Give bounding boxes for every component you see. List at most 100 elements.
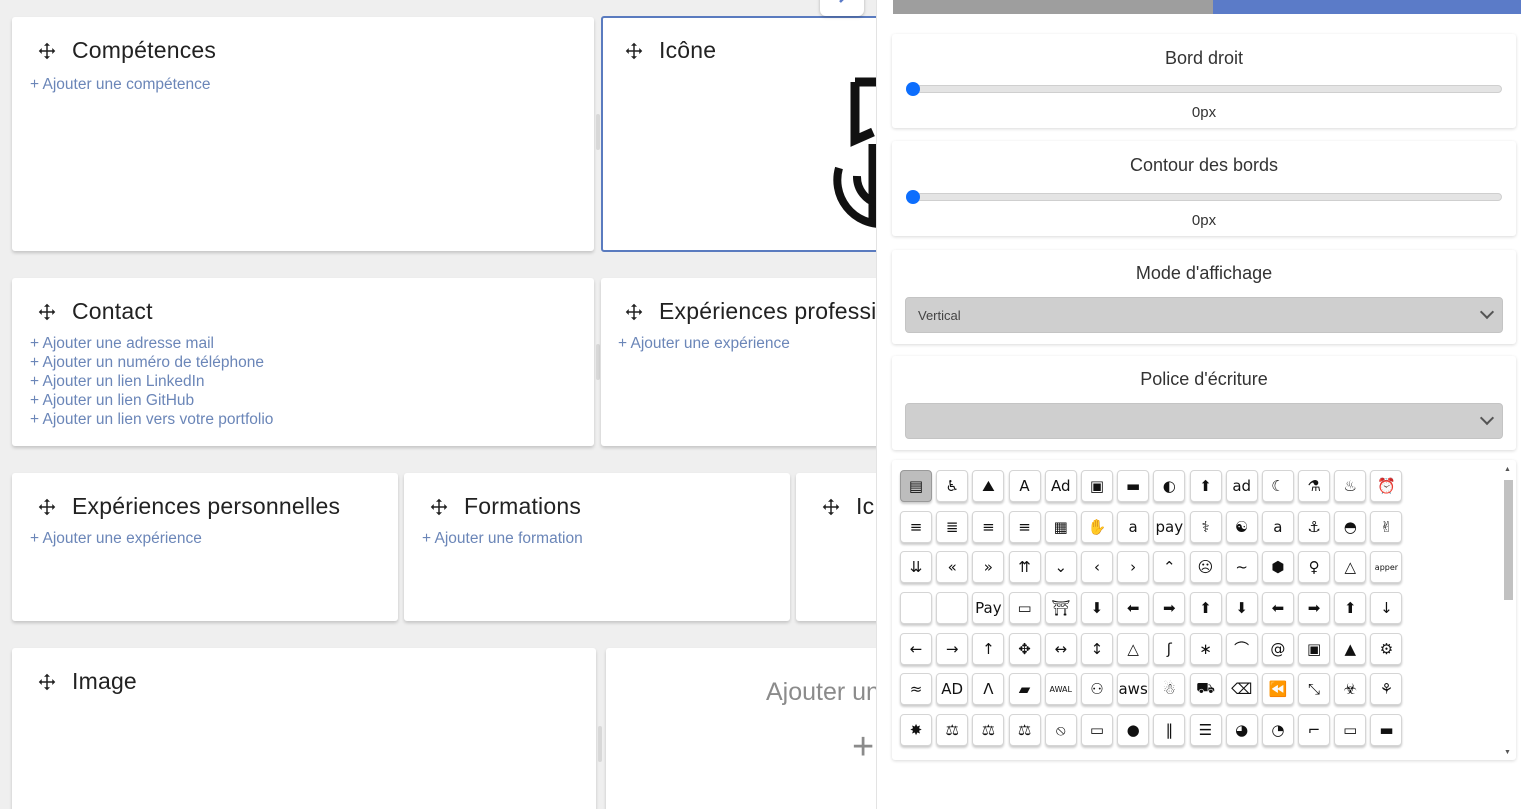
icon-option[interactable]: ⬅ [1117,592,1150,625]
icon-option[interactable]: Pay [972,592,1005,625]
icon-option[interactable]: ⇈ [1008,551,1041,584]
icon-option[interactable]: ⚖ [1008,714,1041,747]
icon-option[interactable]: AD [936,673,969,706]
resize-handle[interactable] [596,114,600,150]
move-icon[interactable] [625,42,643,60]
icon-option[interactable]: ≈ [900,673,932,706]
card-image[interactable]: Image [12,648,596,809]
mode-select[interactable]: Vertical [905,297,1503,333]
contour-slider[interactable] [914,193,1502,201]
icon-option[interactable]: ◐ [1153,470,1186,502]
move-icon[interactable] [38,303,56,321]
icon-option[interactable]: ➡ [1298,592,1331,625]
icon-option[interactable]: ▲ [1334,632,1367,665]
slider-thumb[interactable] [906,82,920,96]
icon-option[interactable]: ▬ [1117,470,1150,502]
icon-option[interactable]: ⚇ [1080,673,1113,706]
icon-option[interactable]: ⚗ [1298,470,1331,502]
icon-option[interactable]: ad [1225,470,1258,502]
move-icon[interactable] [38,673,56,691]
icon-option[interactable]: ≡ [972,510,1005,543]
card-competences[interactable]: Compétences + Ajouter une compétence [12,17,594,251]
slider-thumb[interactable] [906,190,920,204]
move-icon[interactable] [38,42,56,60]
add-experience-link[interactable]: + Ajouter une expérience [618,334,790,353]
icon-option[interactable]: ▣ [1298,632,1331,665]
icon-option[interactable]: ▦ [1044,510,1077,543]
icon-option[interactable]: ☰ [1189,714,1222,747]
tab-right[interactable] [1213,0,1521,14]
icon-option[interactable]: ▬ [1370,714,1403,747]
icon-picker[interactable]: ▤ ♿ ⛰ A Ad ▣ ▬ ◐ ⬆ ad ☾ ⚗ ♨ ⏰ ≡ ≣ ≡ ≡ ▦ ✋ a pay ⚕ ☯ a ⚓ ◓ ✌ ⇊ «» ⇈ ⌄ ‹ › ⌃… [892,460,1516,760]
bord-droit-slider[interactable] [914,85,1502,93]
icon-option[interactable]: ➡ [1153,592,1186,625]
icon-option[interactable]: ⦸ [1044,714,1077,747]
icon-option[interactable]: ‹ [1080,551,1113,584]
icon-option[interactable]: pay [1153,510,1186,543]
icon-option[interactable]: ✌ [1370,510,1403,543]
add-card-tile[interactable]: Ajouter un + [606,648,876,809]
icon-option[interactable] [936,592,969,625]
resize-handle[interactable] [596,344,600,380]
icon-option[interactable]: ☾ [1261,470,1294,502]
icon-option[interactable]: ← [900,632,932,665]
card-experiences-perso[interactable]: Expériences personnelles + Ajouter une e… [12,473,398,621]
icon-option[interactable]: ≡ [1008,510,1041,543]
icon-option[interactable]: ♀ [1298,551,1331,584]
icon-option[interactable]: ⚖ [972,714,1005,747]
icon-option[interactable]: ⇊ [900,551,932,584]
move-icon[interactable] [625,303,643,321]
icon-option[interactable]: » [972,551,1005,584]
icon-option[interactable]: ⬆ [1189,592,1222,625]
icon-option[interactable]: ◓ [1334,510,1367,543]
icon-option[interactable]: ⏪ [1261,673,1294,706]
icon-option[interactable]: « [936,551,969,584]
icon-option[interactable]: Ad [1044,470,1077,502]
scroll-up-arrow[interactable]: ▲ [1504,466,1511,473]
icon-option[interactable]: ⌫ [1225,673,1258,706]
icon-option[interactable]: ☃ [1153,673,1186,706]
icon-option[interactable]: ⬇ [1225,592,1258,625]
icon-option[interactable]: ⤡ [1298,673,1331,706]
icon-option[interactable]: ⌄ [1044,551,1077,584]
icon-option[interactable]: › [1117,551,1150,584]
icon-option[interactable]: ≣ [936,510,969,543]
icon-option[interactable]: ▭ [1080,714,1113,747]
icon-option[interactable]: ≡ [900,510,932,543]
tab-left[interactable] [893,0,1213,14]
card-experiences-pro[interactable]: Expériences professi + Ajouter une expér… [601,278,876,446]
icon-option[interactable]: ↔ [1044,632,1077,665]
add-linkedin-link[interactable]: + Ajouter un lien LinkedIn [30,372,273,391]
icon-option[interactable]: ⚓ [1298,510,1331,543]
icon-option[interactable]: aws [1117,673,1150,706]
icon-option[interactable]: ⏰ [1370,470,1403,502]
icon-option[interactable]: apper [1370,551,1403,584]
icon-option[interactable]: ↑ [972,632,1005,665]
icon-option[interactable]: Ʌ [972,673,1005,706]
move-icon[interactable] [822,498,840,516]
icon-option[interactable]: ⛩ [1044,592,1077,625]
icon-option[interactable]: ⚕ [1189,510,1222,543]
move-icon[interactable] [430,498,448,516]
icon-option[interactable]: ♨ [1334,470,1367,502]
icon-option[interactable]: ~ [1225,551,1258,584]
icon-option[interactable]: ♿ [936,470,969,502]
move-icon[interactable] [38,498,56,516]
icon-option[interactable]: a [1261,510,1294,543]
add-competence-link[interactable]: + Ajouter une compétence [30,75,211,94]
icon-option[interactable]: ⛟ [1189,673,1222,706]
icon-option[interactable]: ⛰ [972,470,1005,502]
icon-option[interactable]: ⬆ [1189,470,1222,502]
icon-option[interactable]: △ [1334,551,1367,584]
icon-option[interactable]: ⌐ [1298,714,1331,747]
icon-option[interactable]: ⬆ [1334,592,1367,625]
resize-handle[interactable] [598,726,602,762]
icon-option[interactable]: ◔ [1261,714,1294,747]
icon-option[interactable]: △ [1117,632,1150,665]
add-email-link[interactable]: + Ajouter une adresse mail [30,334,273,353]
icon-option[interactable]: ↕ [1080,632,1113,665]
icon-option[interactable]: ☹ [1189,551,1222,584]
add-experience-link[interactable]: + Ajouter une expérience [30,529,202,548]
icon-option[interactable]: @ [1261,632,1294,665]
icon-option[interactable]: ⬇ [1080,592,1113,625]
